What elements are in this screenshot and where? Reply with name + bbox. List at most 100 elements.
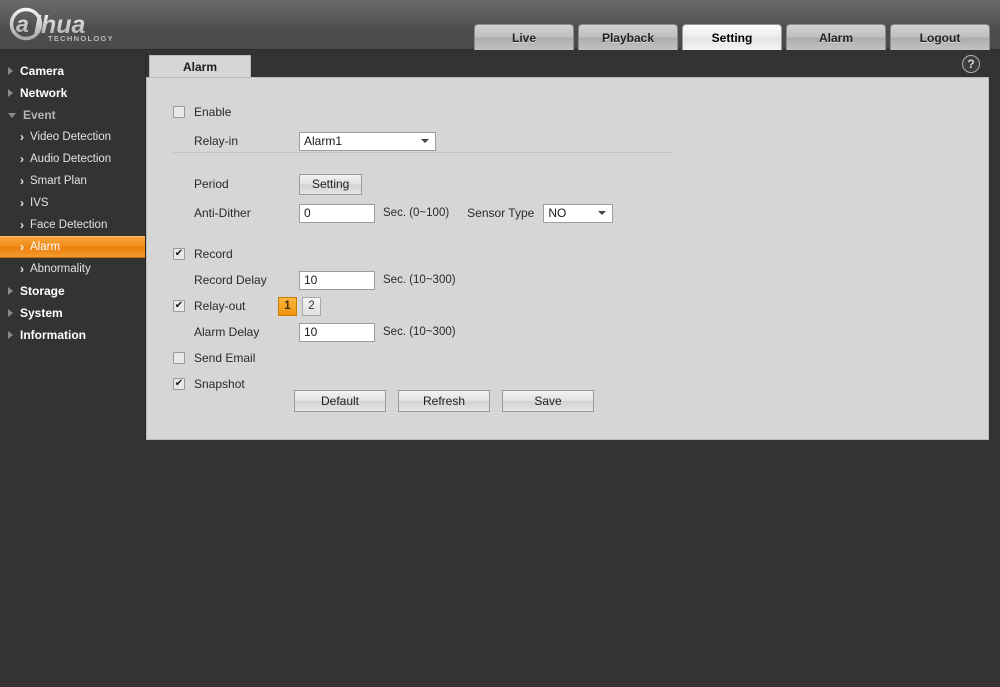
sensor-type-select[interactable]: NO <box>543 203 614 223</box>
save-button[interactable]: Save <box>502 390 594 412</box>
sidebar-item-system[interactable]: System <box>0 302 145 324</box>
sidebar-item-label: Event <box>23 108 56 122</box>
sidebar-item-network[interactable]: Network <box>0 82 145 104</box>
period-setting-button[interactable]: Setting <box>299 173 363 195</box>
sidebar-item-video-detection[interactable]: › Video Detection <box>0 126 145 148</box>
field-record-delay: Record Delay 10 Sec. (10~300) <box>173 268 988 292</box>
sidebar-item-label: Abnormality <box>30 263 91 275</box>
sidebar-item-alarm[interactable]: › Alarm <box>0 236 145 258</box>
chevron-right-icon: › <box>20 130 24 144</box>
nav-tab-playback[interactable]: Playback <box>578 24 678 50</box>
anti-dither-input[interactable]: 0 <box>299 203 375 223</box>
relay-in-select[interactable]: Alarm1 <box>299 131 436 151</box>
chevron-right-icon <box>8 89 13 97</box>
sidebar-item-event[interactable]: Event <box>0 104 145 126</box>
sensor-type-label: Sensor Type <box>467 206 535 220</box>
nav-tab-logout[interactable]: Logout <box>890 24 990 50</box>
field-relay-out: Relay-out 1 2 <box>173 294 988 318</box>
field-anti-dither: Anti-Dither 0 Sec. (0~100) Sensor Type N… <box>173 201 988 225</box>
alarm-settings-panel: Enable Relay-in Alarm1 Period Setting An… <box>146 77 989 440</box>
sidebar-item-information[interactable]: Information <box>0 324 145 346</box>
sidebar-item-audio-detection[interactable]: › Audio Detection <box>0 148 145 170</box>
send-email-checkbox[interactable] <box>173 352 185 364</box>
alarm-delay-input[interactable]: 10 <box>299 322 375 342</box>
chevron-right-icon: › <box>20 152 24 166</box>
content-tabbar: Alarm ? <box>146 51 989 77</box>
alarm-delay-unit: Sec. (10~300) <box>383 326 456 338</box>
nav-tab-alarm[interactable]: Alarm <box>786 24 886 50</box>
anti-dither-unit: Sec. (0~100) <box>383 207 450 219</box>
sidebar-item-label: Network <box>20 86 68 100</box>
chevron-right-icon <box>8 309 13 317</box>
chevron-down-icon <box>8 112 16 118</box>
record-label: Record <box>194 247 233 261</box>
enable-label: Enable <box>194 105 232 119</box>
sidebar-nav: Camera Network Event › Video Detection ›… <box>0 51 146 440</box>
nav-tab-live[interactable]: Live <box>474 24 574 50</box>
refresh-button[interactable]: Refresh <box>398 390 490 412</box>
content-area: Alarm ? Enable Relay-in Alarm1 Period Se… <box>146 51 989 440</box>
sidebar-item-storage[interactable]: Storage <box>0 280 145 302</box>
sidebar-item-label: Face Detection <box>30 219 108 231</box>
chevron-right-icon <box>8 331 13 339</box>
relay-out-button-2[interactable]: 2 <box>302 296 321 316</box>
chevron-right-icon <box>8 67 13 75</box>
record-checkbox[interactable] <box>173 248 185 260</box>
field-period: Period Setting <box>173 172 988 196</box>
sidebar-item-abnormality[interactable]: › Abnormality <box>0 258 145 280</box>
dahua-logo: a lhua TECHNOLOGY <box>8 6 143 46</box>
form-action-buttons: Default Refresh Save <box>294 390 594 412</box>
sidebar-item-label: Video Detection <box>30 131 111 143</box>
field-enable: Enable <box>173 100 988 124</box>
default-button[interactable]: Default <box>294 390 386 412</box>
enable-checkbox[interactable] <box>173 106 185 118</box>
sidebar-item-label: Camera <box>20 64 65 78</box>
chevron-down-icon <box>421 139 429 143</box>
chevron-right-icon: › <box>20 240 24 254</box>
help-icon[interactable]: ? <box>962 55 980 73</box>
section-divider <box>173 152 673 153</box>
sidebar-item-label: IVS <box>30 197 49 209</box>
chevron-down-icon <box>598 211 607 215</box>
app-header: a lhua TECHNOLOGY Live Playback Setting … <box>0 0 1000 50</box>
record-delay-unit: Sec. (10~300) <box>383 274 456 286</box>
field-relay-in: Relay-in Alarm1 <box>173 129 988 153</box>
snapshot-label: Snapshot <box>194 377 245 391</box>
relay-out-button-1[interactable]: 1 <box>278 296 297 316</box>
relay-in-label: Relay-in <box>194 134 239 148</box>
relay-out-label: Relay-out <box>194 299 246 313</box>
relay-out-checkbox[interactable] <box>173 300 185 312</box>
relay-out-buttons: 1 2 <box>278 296 321 316</box>
snapshot-checkbox[interactable] <box>173 378 185 390</box>
sidebar-item-face-detection[interactable]: › Face Detection <box>0 214 145 236</box>
sidebar-item-camera[interactable]: Camera <box>0 60 145 82</box>
sidebar-item-label: System <box>20 306 63 320</box>
record-delay-label: Record Delay <box>194 273 267 287</box>
alarm-form: Enable Relay-in Alarm1 Period Setting An… <box>147 78 988 412</box>
chevron-right-icon: › <box>20 196 24 210</box>
sidebar-item-label: Storage <box>20 284 65 298</box>
anti-dither-label: Anti-Dither <box>194 206 251 220</box>
sensor-type-value: NO <box>548 206 567 220</box>
chevron-right-icon: › <box>20 218 24 232</box>
chevron-right-icon: › <box>20 262 24 276</box>
top-navigation: Live Playback Setting Alarm Logout <box>474 24 990 50</box>
sidebar-item-smart-plan[interactable]: › Smart Plan <box>0 170 145 192</box>
field-alarm-delay: Alarm Delay 10 Sec. (10~300) <box>173 320 988 344</box>
chevron-right-icon: › <box>20 174 24 188</box>
chevron-right-icon <box>8 287 13 295</box>
field-send-email: Send Email <box>173 346 988 370</box>
svg-text:a: a <box>16 11 29 37</box>
record-delay-input[interactable]: 10 <box>299 270 375 290</box>
field-record: Record <box>173 242 988 266</box>
sidebar-item-ivs[interactable]: › IVS <box>0 192 145 214</box>
sidebar-item-label: Alarm <box>30 241 61 253</box>
send-email-label: Send Email <box>194 351 256 365</box>
svg-text:TECHNOLOGY: TECHNOLOGY <box>48 34 114 43</box>
tab-alarm[interactable]: Alarm <box>149 55 251 77</box>
sidebar-item-label: Information <box>20 328 86 342</box>
sidebar-item-label: Smart Plan <box>30 175 87 187</box>
sidebar-item-label: Audio Detection <box>30 153 112 165</box>
period-label: Period <box>194 177 229 191</box>
nav-tab-setting[interactable]: Setting <box>682 24 782 50</box>
